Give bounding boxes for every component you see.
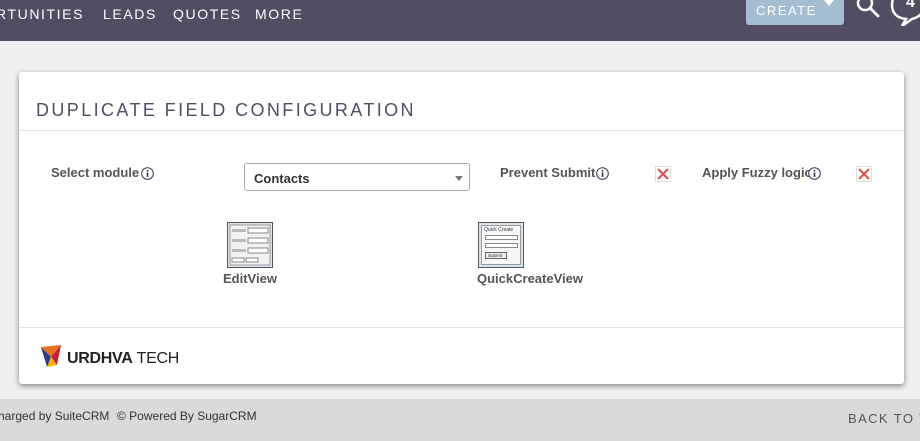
page-title: DUPLICATE FIELD CONFIGURATION: [36, 100, 416, 120]
supercharged-link[interactable]: harged by SuiteCRM: [0, 409, 109, 423]
fuzzy-logic-label: Apply Fuzzy logic: [702, 165, 812, 180]
page-footer: harged by SuiteCRM © Powered By SugarCRM…: [0, 399, 920, 441]
divider: [19, 130, 904, 131]
quickcreateview-layout-icon[interactable]: Quick Create Submit: [478, 222, 524, 268]
search-icon[interactable]: [856, 0, 880, 18]
nav-item-quotes[interactable]: QUOTES: [173, 6, 242, 22]
mini-field: [485, 235, 518, 240]
module-select[interactable]: Contacts: [244, 163, 470, 191]
notification-bubble-icon[interactable]: [888, 0, 920, 26]
mini-submit-label: Submit: [488, 253, 503, 258]
notification-count: 4: [906, 0, 915, 11]
module-select-value: Contacts: [254, 171, 310, 186]
create-button-label: CREATE: [756, 3, 817, 18]
info-icon[interactable]: [808, 167, 821, 180]
prevent-submit-toggle-x-icon[interactable]: [655, 166, 671, 182]
create-button[interactable]: CREATE: [746, 0, 844, 25]
nav-item-opportunities[interactable]: RTUNITIES: [0, 6, 84, 22]
duplicate-config-panel: DUPLICATE FIELD CONFIGURATION Select mod…: [19, 72, 904, 384]
editview-layout-icon[interactable]: [227, 222, 273, 268]
info-icon[interactable]: [596, 167, 609, 180]
powered-by-link[interactable]: © Powered By SugarCRM: [117, 409, 257, 423]
fuzzy-logic-toggle-x-icon[interactable]: [856, 166, 872, 182]
info-icon[interactable]: [141, 167, 154, 180]
editview-label[interactable]: EditView: [223, 271, 277, 286]
logo-suffix: TECH: [136, 350, 180, 367]
quickcreate-mini-title: Quick Create: [484, 227, 514, 233]
quickcreateview-label[interactable]: QuickCreateView: [477, 271, 583, 286]
nav-item-leads[interactable]: LEADS: [103, 6, 157, 22]
mini-field: [485, 243, 518, 248]
top-navigation-bar: RTUNITIES LEADS QUOTES MORE CREATE 4: [0, 0, 920, 41]
divider: [19, 327, 904, 328]
quickcreate-mini-form: Quick Create Submit: [481, 225, 521, 265]
prevent-submit-label: Prevent Submit: [500, 165, 596, 180]
logo-text: URDHVA TECH: [67, 350, 179, 368]
mini-submit-button: Submit: [485, 252, 507, 259]
chevron-down-icon: [455, 176, 463, 181]
nav-item-more[interactable]: MORE: [255, 6, 303, 22]
urdhva-tech-logo: [41, 345, 61, 367]
logo-brand: URDHVA: [67, 350, 133, 367]
chevron-down-icon: [824, 0, 834, 6]
back-to-top-link[interactable]: BACK TO TO: [848, 411, 920, 426]
select-module-label: Select module: [51, 165, 140, 180]
